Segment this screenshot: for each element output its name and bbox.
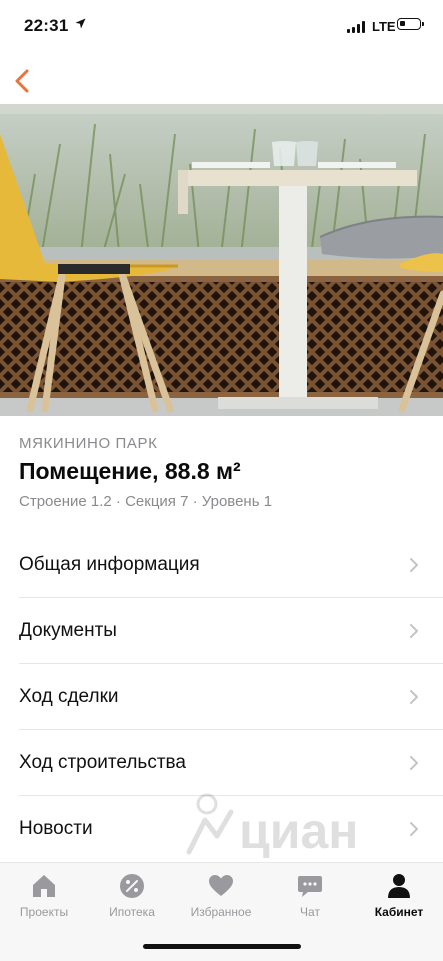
tab-chat[interactable]: Чат <box>266 863 354 927</box>
watermark-text: циан <box>239 803 358 859</box>
home-indicator <box>143 944 301 949</box>
tab-label: Кабинет <box>374 905 424 919</box>
chevron-right-icon <box>410 690 418 704</box>
tab-label: Проекты <box>19 905 69 919</box>
complex-name: МЯКИНИНО ПАРК <box>19 435 158 452</box>
chevron-left-icon <box>15 69 29 93</box>
menu-item-construction-progress[interactable]: Ход строительства <box>0 730 443 796</box>
tab-label: Ипотека <box>109 905 155 919</box>
chevron-right-icon <box>410 822 418 836</box>
tab-favorites[interactable]: Избранное <box>177 863 265 927</box>
status-bar: 22:31 LTE <box>0 0 443 52</box>
menu-item-label: Общая информация <box>19 554 200 575</box>
cian-watermark: циан <box>175 790 385 865</box>
chevron-right-icon <box>410 756 418 770</box>
tab-projects[interactable]: Проекты <box>0 863 88 927</box>
chat-icon <box>298 876 322 897</box>
menu-item-general-info[interactable]: Общая информация <box>0 532 443 598</box>
menu-item-label: Ход сделки <box>19 686 119 707</box>
status-time: 22:31 <box>24 16 69 35</box>
hero-photo <box>0 104 443 416</box>
property-location: Строение 1.2 · Секция 7 · Уровень 1 <box>19 493 273 510</box>
chevron-right-icon <box>410 558 418 572</box>
menu-item-documents[interactable]: Документы <box>0 598 443 664</box>
menu-item-label: Документы <box>19 620 117 641</box>
tab-cabinet[interactable]: Кабинет <box>355 863 443 927</box>
tab-mortgage[interactable]: Ипотека <box>88 863 176 927</box>
heart-icon <box>209 875 233 896</box>
menu-item-label: Ход строительства <box>19 752 186 773</box>
user-icon <box>388 874 410 898</box>
battery-icon <box>397 18 424 30</box>
tab-label: Избранное <box>190 905 252 919</box>
page-title: Помещение, 88.8 м² <box>19 458 241 484</box>
signal-icon <box>347 21 367 33</box>
chevron-right-icon <box>410 624 418 638</box>
menu-item-deal-progress[interactable]: Ход сделки <box>0 664 443 730</box>
network-type: LTE <box>372 19 396 34</box>
tab-label: Чат <box>300 905 320 919</box>
menu-item-label: Новости <box>19 818 93 839</box>
percent-icon <box>120 874 144 898</box>
location-arrow-icon <box>75 18 86 29</box>
back-button[interactable] <box>10 66 40 96</box>
home-icon <box>33 875 55 897</box>
